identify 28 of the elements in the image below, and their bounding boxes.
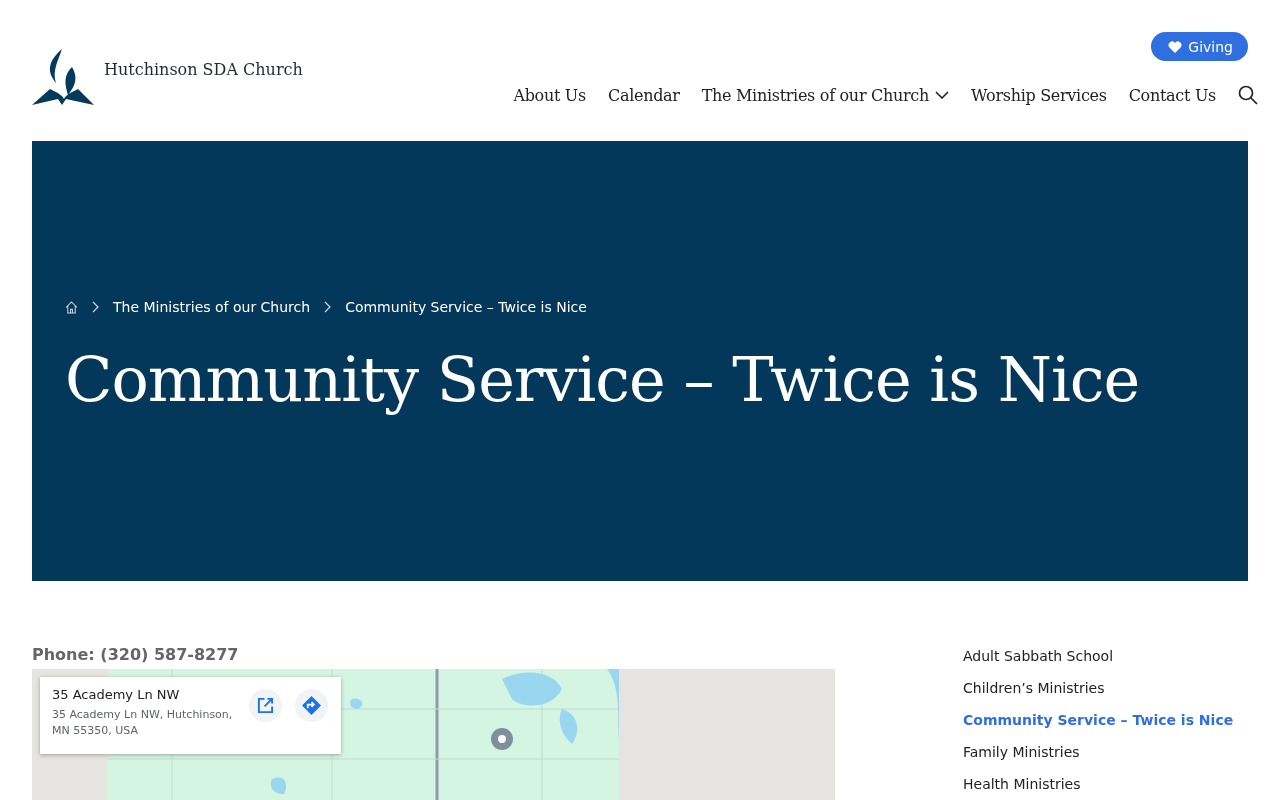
chevron-right-icon <box>324 301 332 313</box>
sidebar-link[interactable]: Adult Sabbath School <box>963 646 1248 667</box>
home-icon[interactable] <box>65 300 78 314</box>
place-address: 35 Academy Ln NW, Hutchinson, MN 55350, USA <box>52 707 234 739</box>
heart-icon <box>1168 40 1183 53</box>
sidebar-link[interactable]: Family Ministries <box>963 742 1248 763</box>
phone-number: Phone: (320) 587-8277 <box>32 645 240 666</box>
nav-link[interactable]: Worship Services <box>971 85 1107 105</box>
directions-button[interactable] <box>295 689 328 722</box>
chevron-right-icon <box>92 301 99 313</box>
page-title: Community Service – Twice is Nice <box>65 343 1141 416</box>
place-title: 35 Academy Ln NW <box>52 687 181 702</box>
chevron-down-icon <box>935 91 949 99</box>
giving-button[interactable]: Giving <box>1151 32 1248 61</box>
nav-link[interactable]: About Us <box>513 85 586 105</box>
external-link-icon <box>257 697 274 714</box>
breadcrumb-link[interactable]: The Ministries of our Church <box>113 299 311 315</box>
search-icon[interactable] <box>1238 85 1258 105</box>
sidebar-link[interactable]: Children’s Ministries <box>963 678 1248 699</box>
site-name[interactable]: Hutchinson SDA Church <box>104 60 303 79</box>
nav-link[interactable]: The Ministries of our Church <box>701 85 949 105</box>
nav-link[interactable]: Calendar <box>607 85 680 105</box>
directions-icon <box>302 696 321 715</box>
open-external-button[interactable] <box>249 689 282 722</box>
sidebar-link[interactable]: Health Ministries <box>963 774 1248 795</box>
nav-link[interactable]: Contact Us <box>1128 85 1216 105</box>
church-logo-icon[interactable] <box>32 48 96 107</box>
sidebar-link[interactable]: Community Service – Twice is Nice <box>963 710 1248 731</box>
